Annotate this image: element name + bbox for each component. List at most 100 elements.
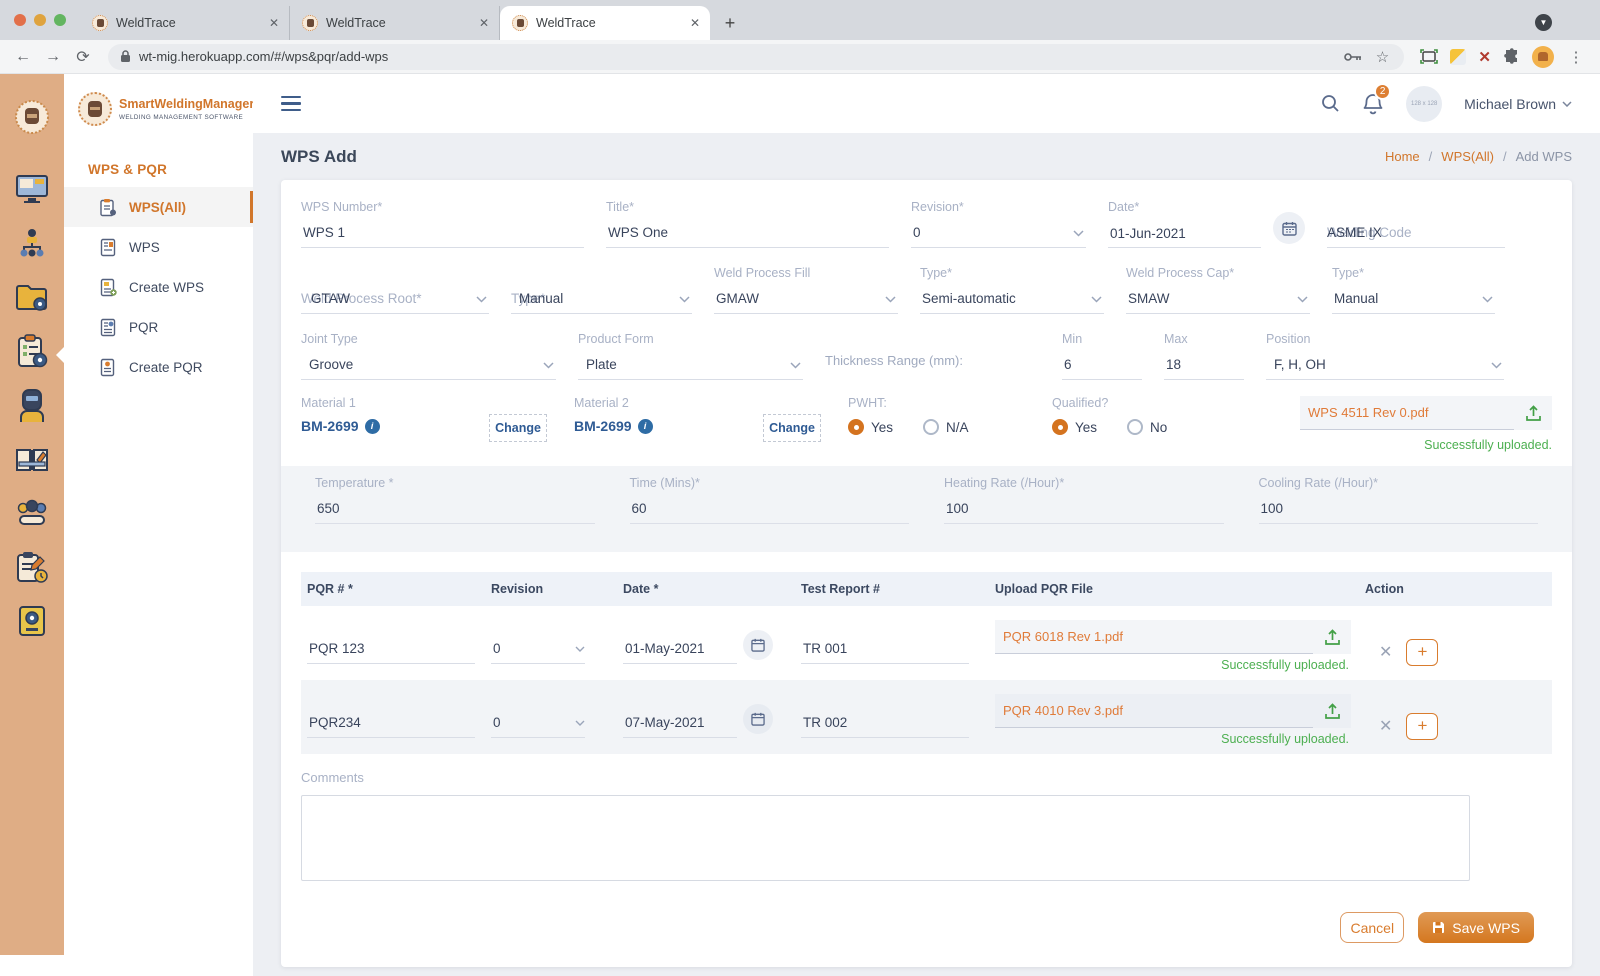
wps-pqr-module-icon[interactable]	[13, 332, 51, 370]
screenshot-frame-icon[interactable]	[1420, 49, 1438, 64]
qualified-no-radio[interactable]	[1127, 419, 1143, 435]
thickness-min-field[interactable]: Min 6	[1062, 330, 1142, 380]
weld-process-cap-select[interactable]: Weld Process Cap* SMAW	[1126, 264, 1310, 314]
pwht-na-radio[interactable]	[923, 419, 939, 435]
org-chart-icon[interactable]	[13, 224, 51, 262]
upload-icon[interactable]	[1514, 396, 1552, 430]
pqr-number-input[interactable]: PQR 123	[307, 620, 491, 664]
browser-tab-1[interactable]: WeldTrace ✕	[80, 6, 290, 40]
breadcrumb-wps-all[interactable]: WPS(All)	[1441, 149, 1494, 164]
hamburger-menu-icon[interactable]	[281, 96, 301, 112]
search-icon[interactable]	[1321, 94, 1340, 113]
tab-search-icon[interactable]: ▼	[1535, 14, 1552, 31]
cap-type-select[interactable]: Type* Manual	[1332, 264, 1495, 314]
add-row-button[interactable]: +	[1406, 639, 1438, 666]
upload-icon[interactable]	[1313, 694, 1351, 728]
pqr-file-name[interactable]: PQR 6018 Rev 1.pdf	[995, 620, 1313, 654]
heating-rate-field[interactable]: Heating Rate (/Hour)* 100	[944, 474, 1224, 524]
cooling-rate-field[interactable]: Cooling Rate (/Hour)* 100	[1259, 474, 1539, 524]
app-logo[interactable]: SmartWeldingManager WELDING MANAGEMENT S…	[64, 84, 253, 140]
position-select[interactable]: Position F, H, OH	[1266, 330, 1504, 380]
title-field[interactable]: Title* WPS One	[606, 198, 889, 248]
extension-icon-1[interactable]	[1450, 49, 1466, 65]
cancel-button[interactable]: Cancel	[1340, 912, 1404, 943]
welder-icon[interactable]	[13, 386, 51, 424]
forward-icon[interactable]: →	[40, 44, 66, 70]
change-material-1-button[interactable]: Change	[489, 414, 547, 442]
window-controls[interactable]	[0, 0, 80, 40]
info-icon[interactable]: i	[365, 419, 380, 434]
new-tab-button[interactable]: +	[716, 9, 744, 37]
product-form-select[interactable]: Product Form Plate	[578, 330, 803, 380]
calendar-icon[interactable]	[1273, 212, 1305, 244]
address-bar[interactable]: wt-mig.herokuapp.com/#/wps&pqr/add-wps ☆	[108, 44, 1404, 70]
pqr-date-field[interactable]: 07-May-2021	[623, 694, 801, 738]
sidebar-item-wps[interactable]: WPS	[64, 227, 253, 267]
pqr-revision-select[interactable]: 0	[491, 620, 623, 664]
certificate-icon[interactable]	[13, 602, 51, 640]
test-report-input[interactable]: TR 001	[801, 620, 995, 664]
sidebar-item-wps-all[interactable]: WPS(All)	[64, 187, 253, 227]
folder-settings-icon[interactable]	[13, 278, 51, 316]
wps-file-name[interactable]: WPS 4511 Rev 0.pdf	[1300, 396, 1514, 430]
tab-close-icon[interactable]: ✕	[269, 16, 279, 30]
dashboard-monitor-icon[interactable]	[13, 170, 51, 208]
sidebar-item-create-pqr[interactable]: Create PQR	[64, 347, 253, 387]
save-wps-button[interactable]: Save WPS	[1418, 912, 1534, 943]
weld-process-root-select[interactable]: Weld Process Root* GTAW	[301, 264, 489, 314]
back-icon[interactable]: ←	[10, 44, 36, 70]
extension-icon-2[interactable]: ✕	[1478, 48, 1491, 66]
breadcrumb-home[interactable]: Home	[1385, 149, 1420, 164]
revision-select[interactable]: Revision* 0	[911, 198, 1086, 248]
remove-row-icon[interactable]: ✕	[1379, 642, 1392, 662]
tab-close-icon[interactable]: ✕	[690, 16, 700, 30]
welding-code-field[interactable]: Welding Code ASME IX	[1327, 198, 1505, 248]
temperature-field[interactable]: Temperature * 650	[315, 474, 595, 524]
browser-tab-3-active[interactable]: WeldTrace ✕	[500, 6, 710, 40]
upload-icon[interactable]	[1313, 620, 1351, 654]
test-report-input[interactable]: TR 002	[801, 694, 995, 738]
fill-type-select[interactable]: Type* Semi-automatic	[920, 264, 1104, 314]
window-zoom-button[interactable]	[54, 14, 66, 26]
user-menu[interactable]: Michael Brown	[1464, 96, 1572, 112]
root-type-select[interactable]: Type* Manual	[511, 264, 692, 314]
browser-menu-kebab-icon[interactable]: ⋮	[1566, 47, 1586, 67]
user-avatar[interactable]: 128 x 128	[1406, 86, 1442, 122]
pqr-revision-select[interactable]: 0	[491, 694, 623, 738]
pqr-number-input[interactable]: PQR234	[307, 694, 491, 738]
window-close-button[interactable]	[14, 14, 26, 26]
team-icon[interactable]	[13, 494, 51, 532]
sidebar-item-pqr[interactable]: PQR	[64, 307, 253, 347]
remove-row-icon[interactable]: ✕	[1379, 716, 1392, 736]
profile-avatar-icon[interactable]	[1532, 46, 1554, 68]
date-field[interactable]: Date* 01-Jun-2021	[1108, 198, 1305, 248]
qualified-yes-radio[interactable]	[1052, 419, 1068, 435]
bookmark-star-icon[interactable]: ☆	[1372, 47, 1392, 67]
tab-close-icon[interactable]: ✕	[479, 16, 489, 30]
add-row-button[interactable]: +	[1406, 713, 1438, 740]
calendar-icon[interactable]	[743, 704, 773, 734]
thickness-max-field[interactable]: Max 18	[1164, 330, 1244, 380]
weld-process-fill-select[interactable]: Weld Process Fill GMAW	[714, 264, 898, 314]
pqr-file-name[interactable]: PQR 4010 Rev 3.pdf	[995, 694, 1313, 728]
comments-textarea[interactable]	[301, 795, 1470, 881]
reload-icon[interactable]: ⟳	[70, 44, 96, 70]
chevron-down-icon	[1297, 296, 1308, 303]
drawing-book-icon[interactable]	[13, 440, 51, 478]
pqr-date-field[interactable]: 01-May-2021	[623, 620, 801, 664]
password-key-icon[interactable]	[1344, 52, 1362, 62]
window-minimize-button[interactable]	[34, 14, 46, 26]
change-material-2-button[interactable]: Change	[763, 414, 821, 442]
wps-number-field[interactable]: WPS Number* WPS 1	[301, 198, 584, 248]
browser-tab-2[interactable]: WeldTrace ✕	[290, 6, 500, 40]
extensions-puzzle-icon[interactable]	[1503, 48, 1520, 65]
sidebar-item-create-wps[interactable]: Create WPS	[64, 267, 253, 307]
time-field[interactable]: Time (Mins)* 60	[630, 474, 910, 524]
position-label: Position	[1266, 332, 1310, 346]
notifications-bell-icon[interactable]: 2	[1362, 92, 1384, 116]
inspection-clipboard-icon[interactable]	[13, 548, 51, 586]
pwht-yes-radio[interactable]	[848, 419, 864, 435]
calendar-icon[interactable]	[743, 630, 773, 660]
joint-type-select[interactable]: Joint Type Groove	[301, 330, 556, 380]
info-icon[interactable]: i	[638, 419, 653, 434]
